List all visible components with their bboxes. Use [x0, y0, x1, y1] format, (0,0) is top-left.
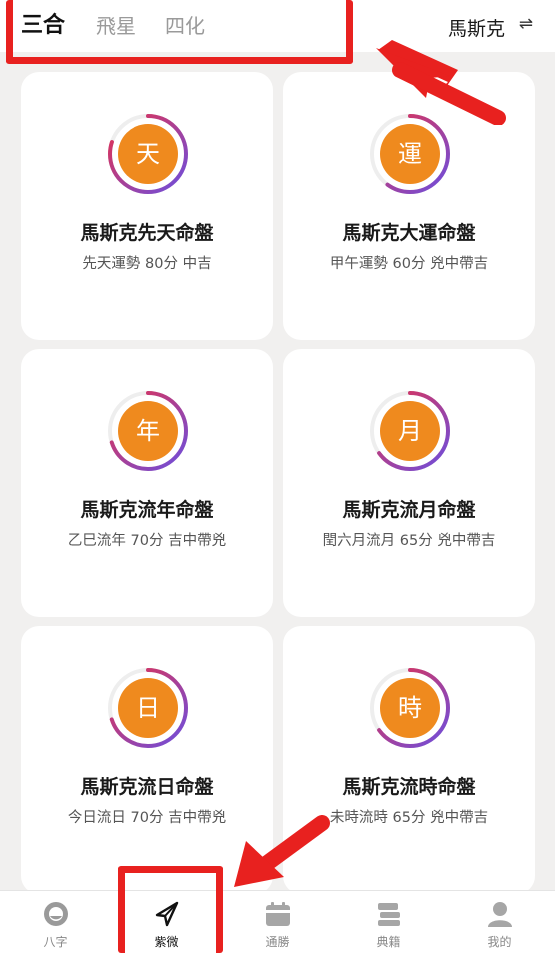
tab-sihua[interactable]: 四化: [165, 12, 205, 40]
ziwei-icon: [155, 901, 179, 927]
nav-item-tongsheng[interactable]: 通勝: [222, 891, 333, 953]
card-title: 馬斯克流時命盤: [342, 776, 476, 798]
card-title: 馬斯克大運命盤: [342, 222, 476, 244]
card-subtitle: 未時流時 65分 兇中帶吉: [329, 810, 489, 826]
profile-name[interactable]: 馬斯克: [448, 14, 505, 41]
card-decade-chart[interactable]: 運 馬斯克大運命盤 甲午運勢 60分 兇中帶吉: [283, 72, 535, 340]
nav-label: 我的: [487, 935, 512, 949]
bottom-nav: 八字 紫微 通勝 典籍 我的: [0, 890, 555, 953]
nav-label: 通勝: [265, 935, 290, 949]
tab-active-underline: [21, 38, 66, 43]
top-header: 三合 飛星 四化 馬斯克 ⇌: [0, 0, 555, 52]
card-title: 馬斯克先天命盤: [80, 222, 214, 244]
tab-sihua-label: 四化: [165, 14, 205, 38]
card-subtitle: 甲午運勢 60分 兇中帶吉: [329, 256, 489, 272]
tab-feixing-label: 飛星: [96, 14, 136, 38]
badge-icon: 時: [380, 678, 440, 738]
nav-label: 紫微: [154, 935, 179, 949]
nav-item-classics[interactable]: 典籍: [333, 891, 444, 953]
card-subtitle: 乙巳流年 70分 吉中帶兇: [67, 533, 227, 549]
tab-sanhe[interactable]: 三合: [21, 12, 66, 43]
badge-icon: 月: [380, 401, 440, 461]
badge-icon: 天: [118, 124, 178, 184]
bazi-icon: [44, 902, 68, 926]
card-year-chart[interactable]: 年 馬斯克流年命盤 乙巳流年 70分 吉中帶兇: [21, 349, 273, 617]
nav-item-profile[interactable]: 我的: [444, 891, 555, 953]
nav-item-ziwei[interactable]: 紫微: [111, 891, 222, 953]
nav-label: 八字: [43, 935, 68, 949]
calendar-icon: [266, 902, 290, 926]
card-title: 馬斯克流年命盤: [80, 499, 214, 521]
card-month-chart[interactable]: 月 馬斯克流月命盤 閏六月流月 65分 兇中帶吉: [283, 349, 535, 617]
tab-feixing[interactable]: 飛星: [96, 12, 136, 40]
card-title: 馬斯克流日命盤: [80, 776, 214, 798]
nav-label: 典籍: [376, 935, 401, 949]
tab-sanhe-label: 三合: [21, 13, 66, 38]
card-title: 馬斯克流月命盤: [342, 499, 476, 521]
card-subtitle: 先天運勢 80分 中吉: [82, 256, 212, 272]
badge-icon: 日: [118, 678, 178, 738]
books-icon: [378, 903, 400, 926]
card-hour-chart[interactable]: 時 馬斯克流時命盤 未時流時 65分 兇中帶吉: [283, 626, 535, 894]
card-day-chart[interactable]: 日 馬斯克流日命盤 今日流日 70分 吉中帶兇: [21, 626, 273, 894]
switch-profile-icon[interactable]: ⇌: [519, 14, 533, 34]
card-natal-chart[interactable]: 天 馬斯克先天命盤 先天運勢 80分 中吉: [21, 72, 273, 340]
nav-item-bazi[interactable]: 八字: [0, 891, 111, 953]
profile-icon: [488, 902, 512, 927]
badge-icon: 運: [380, 124, 440, 184]
badge-icon: 年: [118, 401, 178, 461]
card-subtitle: 今日流日 70分 吉中帶兇: [67, 810, 227, 826]
card-subtitle: 閏六月流月 65分 兇中帶吉: [322, 533, 496, 549]
